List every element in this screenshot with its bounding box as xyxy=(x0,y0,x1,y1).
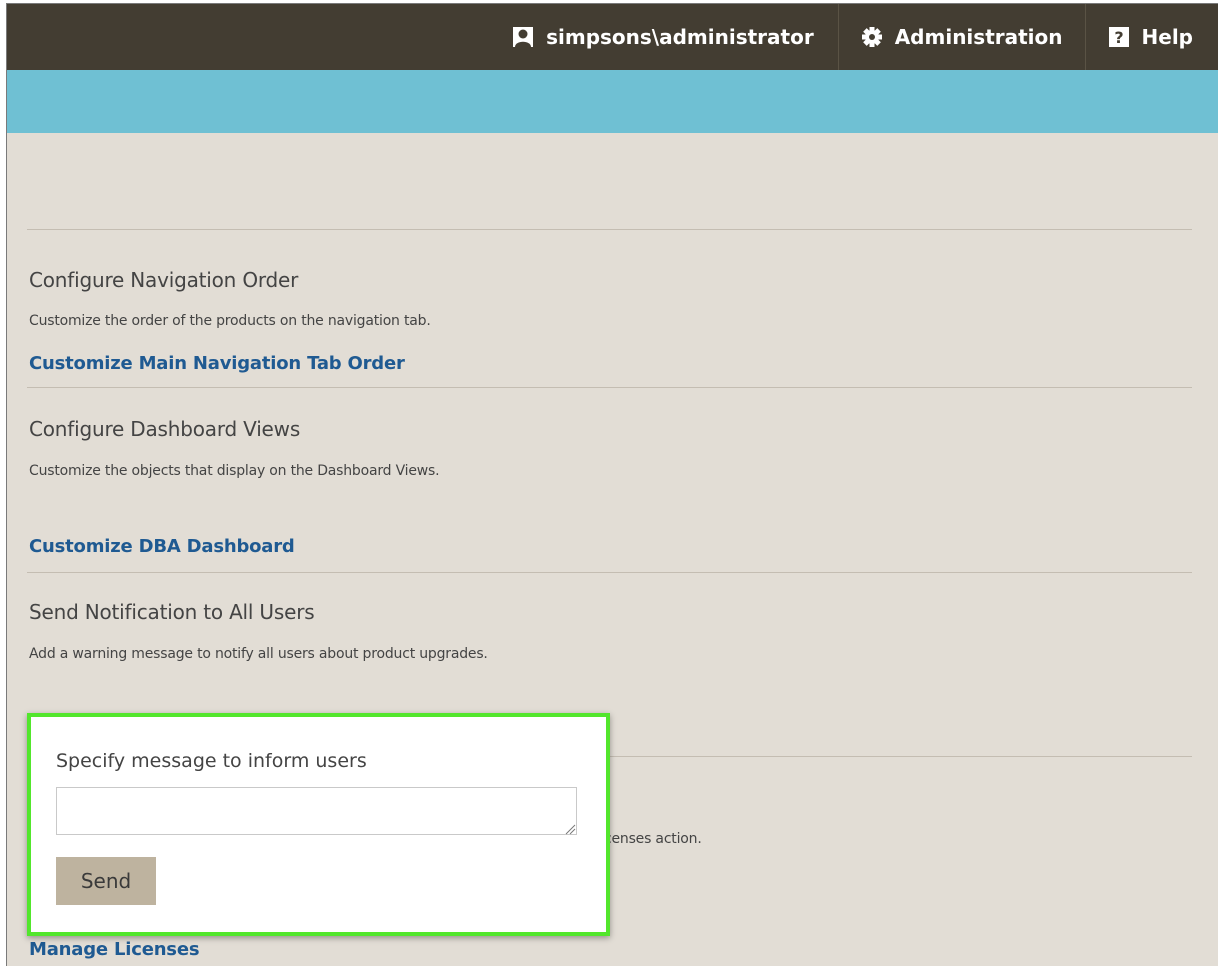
user-icon xyxy=(512,26,534,48)
user-menu[interactable]: simpsons\administrator xyxy=(490,4,838,70)
top-header: simpsons\administrator Administration ? … xyxy=(7,4,1218,70)
notification-description: Add a warning message to notify all user… xyxy=(29,646,488,662)
help-icon: ? xyxy=(1108,26,1130,48)
app-window: simpsons\administrator Administration ? … xyxy=(6,3,1218,966)
divider xyxy=(27,387,1192,388)
divider xyxy=(27,229,1192,230)
nav-order-description: Customize the order of the products on t… xyxy=(29,313,431,329)
popup-label: Specify message to inform users xyxy=(56,750,367,772)
gear-icon xyxy=(861,26,883,48)
resize-handle-icon[interactable] xyxy=(564,822,576,840)
user-name: simpsons\administrator xyxy=(546,25,814,49)
notification-title: Send Notification to All Users xyxy=(29,600,315,624)
customize-dba-dashboard-link[interactable]: Customize DBA Dashboard xyxy=(29,536,295,557)
dashboard-description: Customize the objects that display on th… xyxy=(29,463,440,479)
help-label: Help xyxy=(1141,25,1193,49)
dashboard-title: Configure Dashboard Views xyxy=(29,417,301,441)
administration-label: Administration xyxy=(894,25,1063,49)
divider xyxy=(27,572,1192,573)
send-button[interactable]: Send xyxy=(56,857,156,905)
svg-text:?: ? xyxy=(1114,28,1123,47)
administration-menu[interactable]: Administration xyxy=(837,4,1085,70)
licenses-description: censes action. xyxy=(604,831,702,847)
banner-strip xyxy=(7,70,1218,133)
manage-licenses-link[interactable]: Manage Licenses xyxy=(29,939,200,960)
help-menu[interactable]: ? Help xyxy=(1084,4,1218,70)
nav-order-title: Configure Navigation Order xyxy=(29,268,299,292)
message-textarea[interactable] xyxy=(56,787,577,835)
notification-popup: Specify message to inform users Send xyxy=(27,713,610,936)
customize-nav-order-link[interactable]: Customize Main Navigation Tab Order xyxy=(29,353,405,374)
